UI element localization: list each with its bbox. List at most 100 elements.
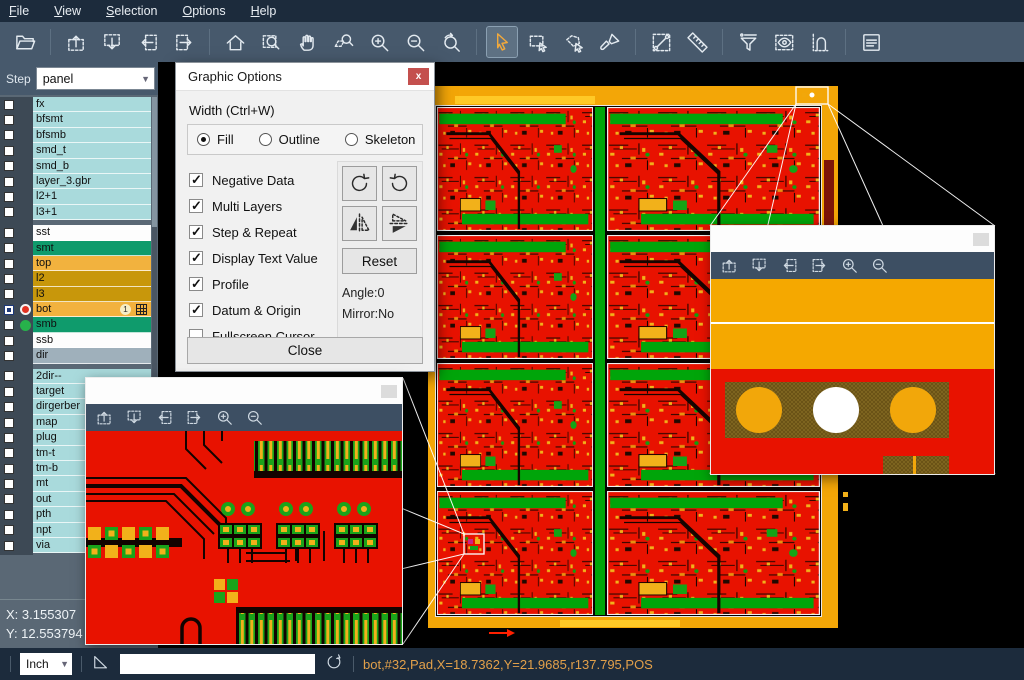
popup-pcb-view[interactable] xyxy=(711,279,994,474)
layer-checkbox[interactable] xyxy=(4,100,14,110)
layer-checkbox[interactable] xyxy=(4,336,14,346)
layer-checkbox[interactable] xyxy=(4,161,14,171)
zoom-in-icon[interactable] xyxy=(840,256,859,275)
radio-fill[interactable]: Fill xyxy=(197,132,234,147)
radio-button[interactable] xyxy=(197,133,210,146)
option-profile[interactable]: Profile xyxy=(189,271,318,297)
dialog-title-bar[interactable]: Graphic Options x xyxy=(176,63,434,91)
pan-up-icon[interactable] xyxy=(95,408,114,427)
popup-title-bar[interactable] xyxy=(711,226,994,252)
layer-grid-icon[interactable] xyxy=(136,304,147,315)
menu-view[interactable]: View xyxy=(54,4,81,18)
report-button[interactable] xyxy=(856,27,886,57)
layer-name[interactable]: bfsmt xyxy=(33,112,151,127)
popup-window-button[interactable] xyxy=(973,233,989,246)
layer-checkbox[interactable] xyxy=(4,305,14,315)
layer-checkbox[interactable] xyxy=(4,433,14,443)
pan-down-icon[interactable] xyxy=(750,256,769,275)
rectangle-select-button[interactable] xyxy=(523,27,553,57)
radio-outline[interactable]: Outline xyxy=(259,132,320,147)
option-step-repeat[interactable]: Step & Repeat xyxy=(189,219,318,245)
hand-pan-button[interactable] xyxy=(292,27,322,57)
pan-up-button[interactable] xyxy=(61,27,91,57)
pan-down-icon[interactable] xyxy=(125,408,144,427)
mirror-horizontal-button[interactable] xyxy=(342,206,377,241)
zoom-previous-button[interactable] xyxy=(436,27,466,57)
layer-checkbox[interactable] xyxy=(4,228,14,238)
polygon-select-button[interactable] xyxy=(559,27,589,57)
step-select[interactable]: panel ▼ xyxy=(36,67,155,90)
layer-checkbox[interactable] xyxy=(4,387,14,397)
layer-name[interactable]: l3+1 xyxy=(33,205,151,220)
layer-checkbox[interactable] xyxy=(4,371,14,381)
layer-name[interactable]: sst xyxy=(33,225,151,240)
pan-right-icon[interactable] xyxy=(810,256,829,275)
layer-checkbox[interactable] xyxy=(4,192,14,202)
radio-button[interactable] xyxy=(345,133,358,146)
view-options-button[interactable] xyxy=(769,27,799,57)
layer-checkbox[interactable] xyxy=(4,177,14,187)
pan-right-button[interactable] xyxy=(169,27,199,57)
layer-checkbox[interactable] xyxy=(4,289,14,299)
checkbox[interactable] xyxy=(189,225,203,239)
mirror-vertical-button[interactable] xyxy=(382,206,417,241)
snap-button[interactable] xyxy=(805,27,835,57)
layer-checkbox[interactable] xyxy=(4,510,14,520)
layer-checkbox[interactable] xyxy=(4,259,14,269)
pan-down-button[interactable] xyxy=(97,27,127,57)
layer-name[interactable]: smt xyxy=(33,241,151,256)
layer-checkbox[interactable] xyxy=(4,418,14,428)
checkbox[interactable] xyxy=(189,277,203,291)
popup-window-button[interactable] xyxy=(381,385,397,398)
ruler-button[interactable] xyxy=(682,27,712,57)
pan-up-icon[interactable] xyxy=(720,256,739,275)
zoom-out-icon[interactable] xyxy=(870,256,889,275)
layer-checkbox[interactable] xyxy=(4,494,14,504)
pan-left-button[interactable] xyxy=(133,27,163,57)
layer-checkbox[interactable] xyxy=(4,541,14,551)
zoom-out-button[interactable] xyxy=(400,27,430,57)
layer-checkbox[interactable] xyxy=(4,402,14,412)
zoom-in-icon[interactable] xyxy=(215,408,234,427)
pan-left-icon[interactable] xyxy=(155,408,174,427)
scrollbar-thumb[interactable] xyxy=(152,97,157,227)
layer-name[interactable]: ssb xyxy=(33,333,151,348)
layer-checkbox[interactable] xyxy=(4,207,14,217)
option-display-text-value[interactable]: Display Text Value xyxy=(189,245,318,271)
popup-pcb-view[interactable] xyxy=(86,431,402,644)
layer-name[interactable]: layer_3.gbr xyxy=(33,174,151,189)
open-file-button[interactable] xyxy=(10,27,40,57)
layer-checkbox[interactable] xyxy=(4,525,14,535)
option-datum-origin[interactable]: Datum & Origin xyxy=(189,297,318,323)
brush-button[interactable] xyxy=(595,27,625,57)
layer-name[interactable]: bot1 xyxy=(33,302,151,317)
option-multi-layers[interactable]: Multi Layers xyxy=(189,193,318,219)
refresh-button[interactable] xyxy=(324,652,344,677)
checkbox[interactable] xyxy=(189,199,203,213)
pan-left-icon[interactable] xyxy=(780,256,799,275)
layer-checkbox[interactable] xyxy=(4,351,14,361)
zoom-window-button[interactable] xyxy=(256,27,286,57)
unit-select[interactable]: Inch ▼ xyxy=(20,653,72,675)
layer-name[interactable]: l2 xyxy=(33,271,151,286)
layer-checkbox[interactable] xyxy=(4,130,14,140)
checkbox[interactable] xyxy=(189,251,203,265)
zoom-object-button[interactable] xyxy=(328,27,358,57)
zoom-in-button[interactable] xyxy=(364,27,394,57)
zoom-out-icon[interactable] xyxy=(245,408,264,427)
layer-name[interactable]: smd_b xyxy=(33,159,151,174)
layer-checkbox[interactable] xyxy=(4,146,14,156)
measure-distance-button[interactable] xyxy=(646,27,676,57)
command-input[interactable] xyxy=(120,654,315,674)
layer-checkbox[interactable] xyxy=(4,479,14,489)
layer-checkbox[interactable] xyxy=(4,448,14,458)
reset-button[interactable]: Reset xyxy=(342,248,417,274)
popup-title-bar[interactable] xyxy=(86,378,402,404)
layer-checkbox[interactable] xyxy=(4,320,14,330)
layer-name[interactable]: smb xyxy=(33,317,151,332)
home-view-button[interactable] xyxy=(220,27,250,57)
checkbox[interactable] xyxy=(189,303,203,317)
layer-name[interactable]: fx xyxy=(33,97,151,112)
layer-checkbox[interactable] xyxy=(4,243,14,253)
layer-checkbox[interactable] xyxy=(4,115,14,125)
